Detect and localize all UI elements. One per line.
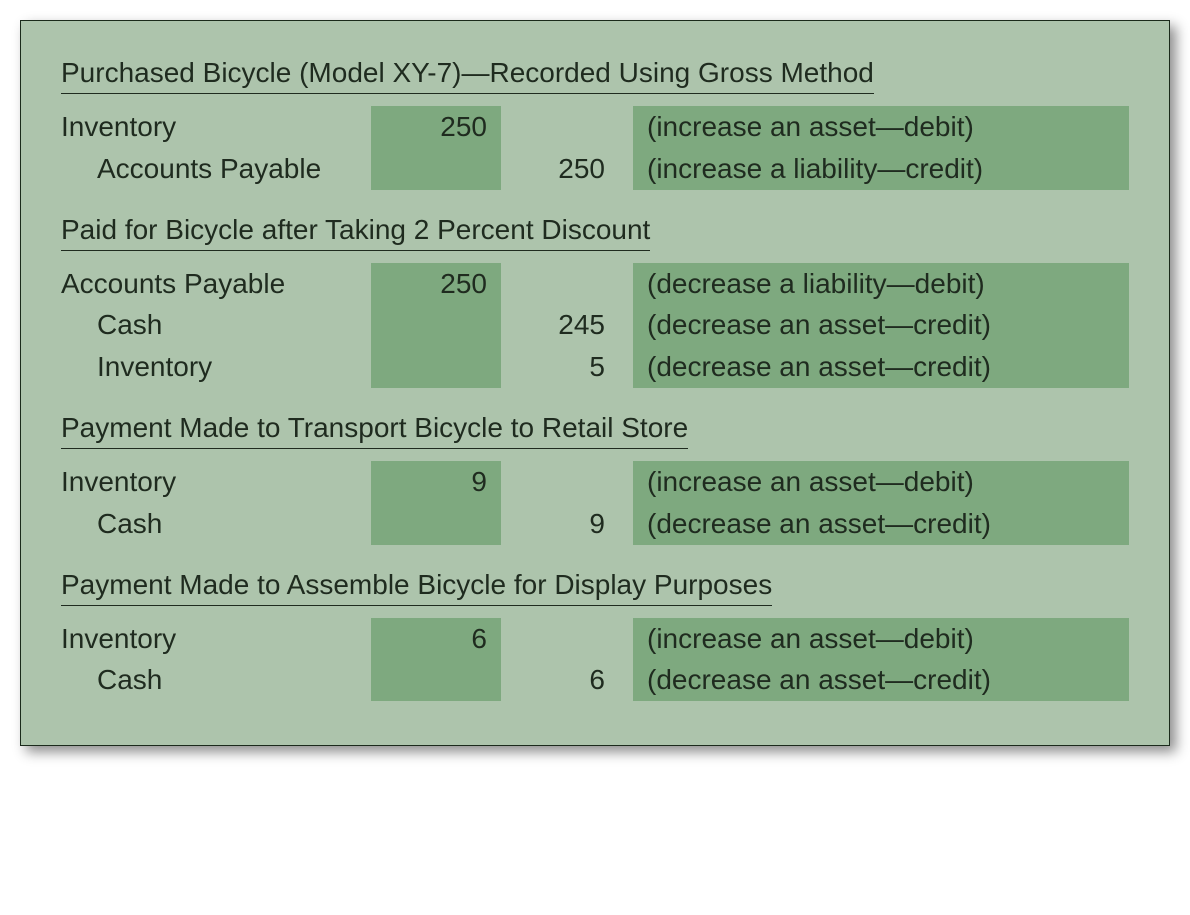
- entry-grid: Accounts Payable 250 (decrease a liabili…: [61, 263, 1129, 388]
- debit-amount: 250: [371, 106, 501, 148]
- credit-amount: 5: [501, 346, 611, 388]
- explanation: (increase an asset—debit): [633, 618, 1129, 660]
- credit-amount: 9: [501, 503, 611, 545]
- credit-amount: [501, 263, 611, 305]
- account-name: Accounts Payable: [61, 263, 371, 305]
- explanation: (increase an asset—debit): [633, 461, 1129, 503]
- account-name: Cash: [61, 304, 371, 346]
- explanation: (decrease an asset—credit): [633, 659, 1129, 701]
- spacer: [611, 659, 633, 701]
- section-1: Paid for Bicycle after Taking 2 Percent …: [61, 214, 1129, 388]
- account-name: Inventory: [61, 346, 371, 388]
- section-title: Payment Made to Transport Bicycle to Ret…: [61, 412, 688, 449]
- spacer: [611, 148, 633, 190]
- section-title: Paid for Bicycle after Taking 2 Percent …: [61, 214, 650, 251]
- credit-amount: [501, 461, 611, 503]
- section-0: Purchased Bicycle (Model XY-7)—Recorded …: [61, 57, 1129, 190]
- explanation: (decrease an asset—credit): [633, 346, 1129, 388]
- spacer: [611, 263, 633, 305]
- credit-amount: [501, 106, 611, 148]
- debit-amount: [371, 659, 501, 701]
- entry-grid: Inventory 250 (increase an asset—debit) …: [61, 106, 1129, 190]
- explanation: (decrease an asset—credit): [633, 503, 1129, 545]
- spacer: [611, 304, 633, 346]
- spacer: [611, 618, 633, 660]
- debit-amount: [371, 503, 501, 545]
- debit-amount: [371, 304, 501, 346]
- explanation: (increase an asset—debit): [633, 106, 1129, 148]
- explanation: (increase a liability—credit): [633, 148, 1129, 190]
- explanation: (decrease an asset—credit): [633, 304, 1129, 346]
- debit-amount: 6: [371, 618, 501, 660]
- account-name: Inventory: [61, 106, 371, 148]
- spacer: [611, 503, 633, 545]
- explanation: (decrease a liability—debit): [633, 263, 1129, 305]
- spacer: [611, 461, 633, 503]
- credit-amount: 6: [501, 659, 611, 701]
- credit-amount: 250: [501, 148, 611, 190]
- account-name: Cash: [61, 659, 371, 701]
- debit-amount: [371, 346, 501, 388]
- spacer: [611, 106, 633, 148]
- account-name: Inventory: [61, 618, 371, 660]
- entry-grid: Inventory 6 (increase an asset—debit) Ca…: [61, 618, 1129, 702]
- credit-amount: 245: [501, 304, 611, 346]
- account-name: Accounts Payable: [61, 148, 371, 190]
- journal-entries-frame: Purchased Bicycle (Model XY-7)—Recorded …: [20, 20, 1170, 746]
- entry-grid: Inventory 9 (increase an asset—debit) Ca…: [61, 461, 1129, 545]
- account-name: Inventory: [61, 461, 371, 503]
- debit-amount: 250: [371, 263, 501, 305]
- debit-amount: [371, 148, 501, 190]
- credit-amount: [501, 618, 611, 660]
- section-3: Payment Made to Assemble Bicycle for Dis…: [61, 569, 1129, 702]
- section-title: Purchased Bicycle (Model XY-7)—Recorded …: [61, 57, 874, 94]
- section-2: Payment Made to Transport Bicycle to Ret…: [61, 412, 1129, 545]
- spacer: [611, 346, 633, 388]
- account-name: Cash: [61, 503, 371, 545]
- debit-amount: 9: [371, 461, 501, 503]
- section-title: Payment Made to Assemble Bicycle for Dis…: [61, 569, 772, 606]
